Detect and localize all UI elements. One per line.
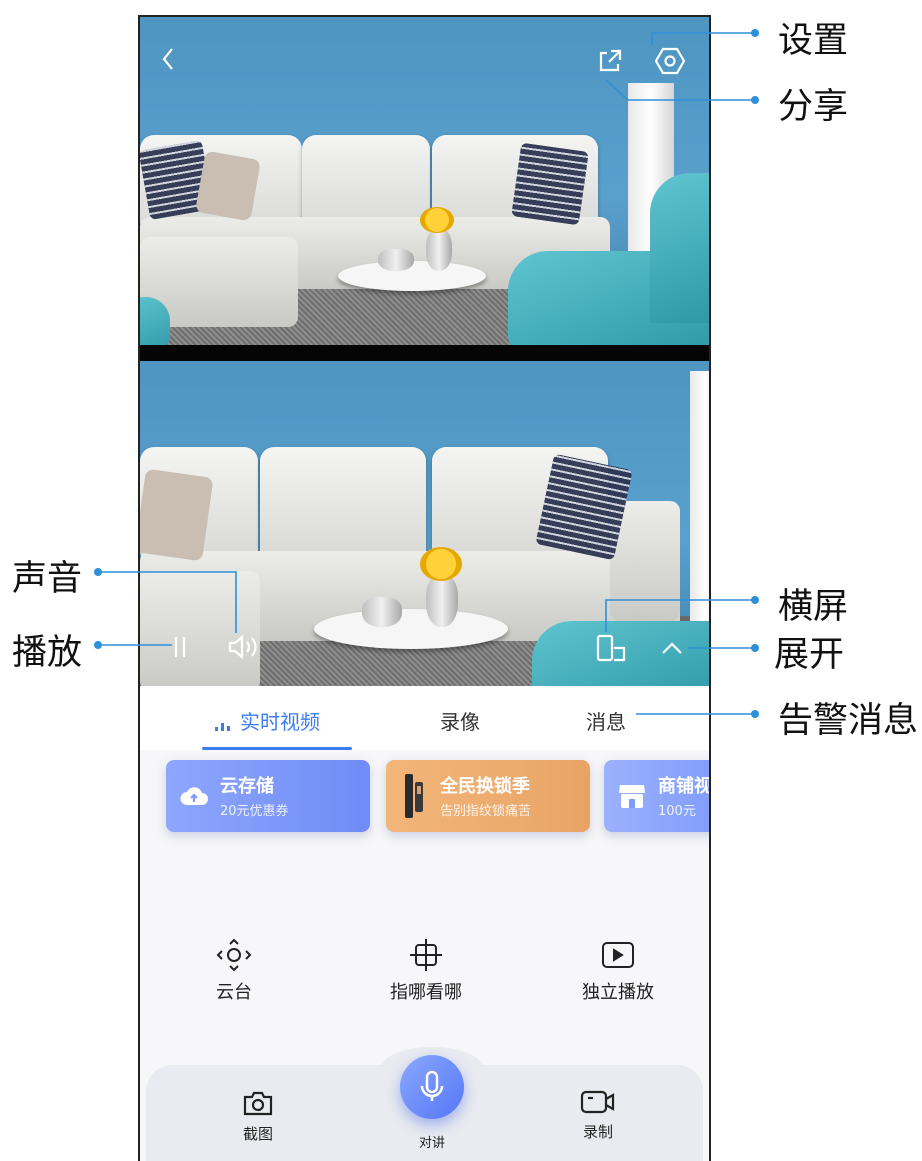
promo-card-subtitle: 100元 — [658, 804, 696, 819]
callout-sound: 声音 — [12, 559, 83, 599]
promo-card-subtitle: 20元优惠券 — [220, 804, 289, 819]
ptz-control[interactable]: 云台 — [174, 938, 294, 1004]
cloud-upload-icon — [178, 780, 210, 812]
ptz-icon — [174, 938, 294, 972]
callout-alert-messages: 告警消息 — [778, 701, 919, 741]
tab-recordings-label: 录像 — [440, 710, 480, 734]
tab-messages[interactable]: 消息 — [586, 706, 626, 735]
promo-card-lock-season[interactable]: 全民换锁季 告别指纹锁痛苦 — [386, 760, 590, 832]
promo-card-cloud-storage[interactable]: 云存储 20元优惠券 — [166, 760, 370, 832]
promo-card-title: 云存储 — [220, 776, 274, 797]
volume-icon[interactable] — [226, 633, 262, 661]
content-area: 云存储 20元优惠券 全民换锁季 告别指纹锁痛苦 商铺视 100元 云台 指哪看… — [140, 750, 709, 1161]
tab-recordings[interactable]: 录像 — [440, 706, 480, 735]
expand-icon[interactable] — [658, 637, 686, 659]
crosshair-icon — [366, 938, 486, 972]
app-screen: 实时视频 录像 消息 云存储 20元优惠券 全民换锁季 告别指纹锁痛苦 商铺视 … — [138, 15, 711, 1161]
store-icon — [616, 780, 648, 812]
door-lock-icon — [398, 774, 430, 818]
back-icon[interactable] — [156, 45, 180, 73]
promo-card-title: 商铺视 — [658, 776, 711, 797]
share-icon[interactable] — [596, 47, 624, 75]
talk-button[interactable] — [400, 1055, 464, 1119]
landscape-icon[interactable] — [594, 633, 628, 663]
feed-separator — [140, 345, 709, 361]
independent-play-label: 独立播放 — [582, 982, 654, 1003]
camera-icon — [218, 1089, 298, 1117]
callout-expand: 展开 — [774, 635, 845, 675]
screenshot-label: 截图 — [242, 1125, 273, 1143]
tab-live-video-label: 实时视频 — [240, 710, 320, 734]
screenshot-button[interactable]: 截图 — [218, 1089, 298, 1144]
callout-play: 播放 — [12, 633, 83, 673]
promo-card-store[interactable]: 商铺视 100元 — [604, 760, 711, 832]
bottom-action-bar: 截图 对讲 录制 — [146, 1047, 703, 1161]
callout-share: 分享 — [778, 87, 849, 127]
pause-icon[interactable] — [168, 633, 192, 661]
ptz-label: 云台 — [216, 982, 252, 1003]
tab-bar: 实时视频 录像 消息 — [140, 686, 709, 750]
tab-live-video[interactable]: 实时视频 — [214, 706, 320, 735]
promo-card-subtitle: 告别指纹锁痛苦 — [440, 804, 532, 819]
independent-play-control[interactable]: 独立播放 — [558, 938, 678, 1004]
point-to-view-label: 指哪看哪 — [390, 982, 462, 1003]
video-record-icon — [558, 1089, 638, 1115]
record-label: 录制 — [582, 1123, 613, 1141]
talk-label: 对讲 — [418, 1136, 445, 1151]
point-to-view-control[interactable]: 指哪看哪 — [366, 938, 486, 1004]
tab-messages-label: 消息 — [586, 710, 626, 734]
signal-bars-icon — [215, 722, 230, 731]
promo-card-title: 全民换锁季 — [440, 776, 530, 797]
play-icon — [558, 938, 678, 972]
microphone-icon — [420, 1070, 444, 1101]
settings-icon[interactable] — [654, 45, 686, 77]
callout-landscape: 横屏 — [778, 587, 849, 627]
record-button[interactable]: 录制 — [558, 1089, 638, 1142]
callout-settings: 设置 — [778, 21, 849, 61]
